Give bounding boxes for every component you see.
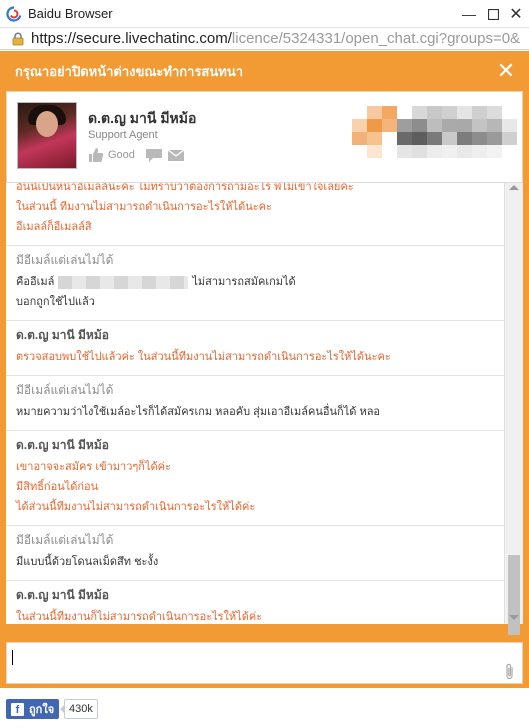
minimize-icon: — [462, 6, 476, 22]
message-line: ได้ส่วนนี้ทีมงานไม่สามารถดำเนินการอะไรให… [16, 501, 256, 513]
maximize-icon [487, 8, 499, 20]
baidu-browser-icon [6, 5, 22, 22]
message-author: ด.ต.ญ มานี มีหม้อ [16, 588, 109, 602]
chat-message: ด.ต.ญ มานี มีหม้อเขาอาจจะสมัคร เข้ามาวๆก… [6, 431, 523, 526]
chat-message: ด.ต.ญ มานี มีหม้อตรวจสอบพบใช้ไปแล้วค่ะ ใ… [6, 321, 523, 376]
message-author: มีอีเมล์แต่เล่นไม่ได้ [16, 253, 114, 267]
message-text: ไม่สามารถสมัคเกมได้ [192, 276, 296, 288]
chat-message: มีอีเมล์แต่เล่นไม่ได้หมายความว่าไงใช้เมล… [6, 376, 523, 431]
message-line: หมายความว่าไงใช้เมล์อะไรก็ได้สมัครเกม หล… [16, 406, 381, 418]
paperclip-icon[interactable] [504, 663, 516, 681]
message-author: มีอีเมล์แต่เล่นไม่ได้ [16, 383, 114, 397]
chat-message: อันนี้เป็นหน้าอีเมลล์นะคะ ไม่ทราบว่าต้อง… [6, 183, 523, 246]
message-author: ด.ต.ญ มานี มีหม้อ [16, 438, 109, 452]
company-logo-pixelated [337, 106, 517, 158]
chat-close-button[interactable]: ✕ [493, 58, 519, 84]
url-path: licence/5324331/open_chat.cgi?groups=0& [231, 30, 521, 47]
chat-message: มีอีเมล์แต่เล่นไม่ได้คืออีเมล์ ไม่สามารถส… [6, 246, 523, 321]
agent-name: ด.ต.ญ มานี มีหม้อ [88, 110, 197, 126]
message-text: คืออีเมล์ [16, 276, 55, 288]
chat-footer: f ถูกใจ 430k [0, 688, 529, 728]
message-input[interactable] [9, 645, 497, 683]
url-host: https://secure.livechatinc.com/ [31, 30, 232, 47]
agent-avatar [17, 102, 77, 169]
mail-icon[interactable] [167, 148, 185, 162]
like-count: 430k [60, 699, 98, 719]
chat-message: ด.ต.ญ มานี มีหม้อในส่วนนี้ทีมงานก็ไม่สาม… [6, 581, 523, 624]
facebook-icon: f [11, 702, 24, 716]
facebook-like-button[interactable]: f ถูกใจ [6, 699, 60, 719]
chat-bubble-icon[interactable] [145, 148, 163, 162]
chat-header: กรุณาอย่าปิดหน้าต่างขณะทำการสนทนา ✕ [0, 51, 529, 91]
window-close-button[interactable]: ✕ [505, 4, 527, 24]
message-line: คืออีเมล์ ไม่สามารถสมัคเกมได้ [16, 274, 513, 291]
chat-window: กรุณาอย่าปิดหน้าต่างขณะทำการสนทนา ✕ ด.ต.… [0, 51, 529, 688]
chat-warning-text: กรุณาอย่าปิดหน้าต่างขณะทำการสนทนา [15, 63, 244, 79]
scrollbar-thumb[interactable] [508, 555, 520, 635]
redacted-email [58, 275, 189, 289]
agent-card: ด.ต.ญ มานี มีหม้อ Support Agent Good [6, 91, 523, 183]
message-line: เขาอาจจะสมัคร เข้ามาวๆก็ได้ค่ะ [16, 461, 171, 473]
window-title: Baidu Browser [28, 6, 113, 21]
message-line: มีแบบนี้ด้วยโดนลเม็ดสึท ชะงั้ง [16, 556, 159, 568]
chat-transcript[interactable]: อันนี้เป็นหน้าอีเมลล์นะคะ ไม่ทราบว่าต้อง… [6, 183, 523, 624]
close-icon: ✕ [509, 6, 523, 23]
thumbs-up-icon[interactable] [88, 147, 104, 163]
message-line: ในส่วนนี้ ทีมงานไม่สามารถดำเนินการอะไรให… [16, 201, 272, 213]
scroll-up-icon[interactable] [509, 185, 519, 190]
address-bar[interactable]: https://secure.livechatinc.com/licence/5… [0, 28, 529, 50]
like-label: ถูกใจ [29, 704, 55, 716]
chat-message: มีอีเมล์แต่เล่นไม่ได้มีแบบนี้ด้วยโดนลเม็… [6, 526, 523, 581]
lock-icon [12, 32, 24, 45]
message-line: อันนี้เป็นหน้าอีเมลล์นะคะ ไม่ทราบว่าต้อง… [16, 183, 354, 193]
message-line: อีเมลล์ก็อีเมลล์สิ [16, 221, 92, 233]
text-caret [12, 650, 13, 665]
message-line: บอกถูกใช้ไปแล้ว [16, 296, 95, 308]
close-icon: ✕ [496, 58, 516, 83]
minimize-button[interactable]: — [458, 4, 480, 24]
message-line: ในส่วนนี้ทีมงานก็ไม่สามารถดำเนินการอะไรใ… [16, 611, 263, 623]
message-line: ตรวจสอบพบใช้ไปแล้วค่ะ ในส่วนนี้ทีมงานไม่… [16, 351, 391, 363]
rating-label: Good [108, 149, 135, 161]
maximize-button[interactable] [482, 4, 504, 24]
transcript-scrollbar[interactable] [504, 183, 523, 635]
agent-role: Support Agent [88, 129, 158, 141]
message-author: มีอีเมล์แต่เล่นไม่ได้ [16, 533, 114, 547]
message-input-area [6, 642, 523, 684]
agent-rating: Good [88, 147, 185, 163]
message-author: ด.ต.ญ มานี มีหม้อ [16, 328, 109, 342]
window-titlebar: Baidu Browser — ✕ [0, 0, 529, 28]
scroll-down-icon[interactable] [509, 615, 519, 620]
message-line: มีสิทธิ์ก่อนได้ก่อน [16, 481, 99, 493]
